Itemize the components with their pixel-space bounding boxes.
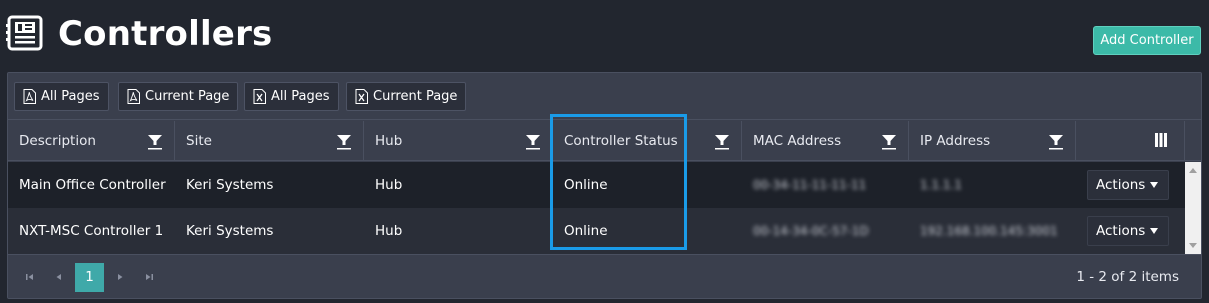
- toolbar-button-label: All Pages: [271, 89, 330, 104]
- column-label: Description: [19, 133, 96, 149]
- scroll-up-arrow-icon[interactable]: [1189, 168, 1197, 173]
- first-page-icon[interactable]: [22, 269, 38, 285]
- pdf-icon: [127, 89, 140, 104]
- add-controller-button[interactable]: Add Controller: [1093, 26, 1201, 55]
- column-label: MAC Address: [753, 133, 842, 149]
- cell-description: Main Office Controller: [19, 177, 166, 193]
- export-toolbar: All Pages Current Page All Pages Current…: [8, 73, 1201, 120]
- cell-ip-address: 1.1.1.1: [920, 178, 962, 192]
- column-label: Hub: [375, 133, 403, 149]
- actions-label: Actions: [1096, 223, 1146, 239]
- last-page-icon[interactable]: [141, 269, 157, 285]
- column-label: Site: [186, 133, 212, 149]
- cell-mac-address: 00-14-34-0C-57-1D: [753, 224, 869, 238]
- filter-icon[interactable]: [1049, 134, 1063, 150]
- cell-mac-address: 00-34-11-11-11-11: [753, 178, 867, 192]
- column-header-site[interactable]: Site: [175, 121, 364, 161]
- next-page-icon[interactable]: [112, 269, 128, 285]
- export-pdf-all-pages-button[interactable]: All Pages: [14, 82, 109, 111]
- column-menu-icon[interactable]: [1154, 133, 1168, 147]
- page-header: Controllers Add Controller: [0, 0, 1209, 70]
- previous-page-icon[interactable]: [51, 269, 67, 285]
- cell-description: NXT-MSC Controller 1: [19, 223, 164, 239]
- toolbar-button-label: Current Page: [145, 89, 230, 104]
- caret-down-icon: [1150, 182, 1158, 188]
- excel-icon: [253, 89, 266, 104]
- pdf-icon: [23, 89, 36, 104]
- cell-site: Keri Systems: [186, 177, 274, 193]
- page-number-button[interactable]: 1: [75, 263, 104, 292]
- export-excel-all-pages-button[interactable]: All Pages: [244, 82, 339, 111]
- excel-icon: [355, 89, 368, 104]
- cell-ip-address: 192.168.100.145:3001: [920, 224, 1058, 238]
- column-header-ip-address[interactable]: IP Address: [909, 121, 1076, 161]
- controller-board-icon: [6, 15, 43, 51]
- cell-site: Keri Systems: [186, 223, 274, 239]
- column-header-description[interactable]: Description: [8, 121, 175, 161]
- caret-down-icon: [1150, 228, 1158, 234]
- toolbar-button-label: All Pages: [41, 89, 100, 104]
- cell-hub: Hub: [375, 223, 403, 239]
- filter-icon[interactable]: [148, 134, 162, 150]
- column-header-hub[interactable]: Hub: [364, 121, 553, 161]
- filter-icon[interactable]: [337, 134, 351, 150]
- page-title: Controllers: [58, 14, 273, 54]
- actions-dropdown-button[interactable]: Actions: [1087, 170, 1169, 200]
- cell-hub: Hub: [375, 177, 403, 193]
- actions-dropdown-button[interactable]: Actions: [1087, 216, 1169, 246]
- controller-status-highlight-box: [550, 114, 687, 250]
- vertical-scrollbar[interactable]: [1185, 162, 1201, 254]
- export-pdf-current-page-button[interactable]: Current Page: [118, 82, 239, 111]
- pager-info: 1 - 2 of 2 items: [1076, 269, 1179, 285]
- toolbar-button-label: Current Page: [373, 89, 458, 104]
- pagination-bar: 1 1 - 2 of 2 items: [8, 254, 1201, 298]
- filter-icon[interactable]: [882, 134, 896, 150]
- column-header-mac-address[interactable]: MAC Address: [742, 121, 909, 161]
- column-header-actions: [1076, 121, 1185, 161]
- column-label: IP Address: [920, 133, 991, 149]
- export-excel-current-page-button[interactable]: Current Page: [346, 82, 467, 111]
- filter-icon[interactable]: [526, 134, 540, 150]
- actions-label: Actions: [1096, 177, 1146, 193]
- scroll-down-arrow-icon[interactable]: [1189, 243, 1197, 248]
- filter-icon[interactable]: [715, 134, 729, 150]
